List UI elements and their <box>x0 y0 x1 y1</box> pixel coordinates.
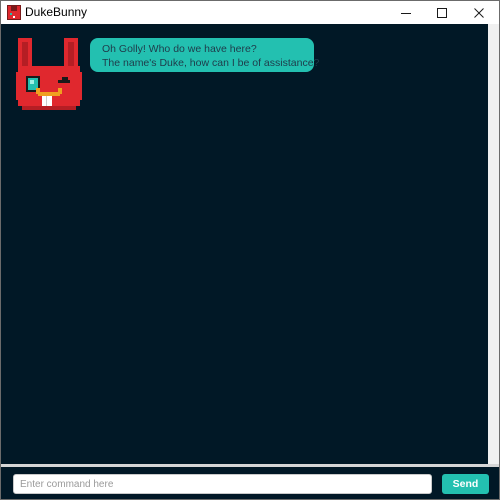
bot-message-bubble: Oh Golly! Who do we have here? The name'… <box>90 38 320 72</box>
close-button[interactable] <box>460 1 497 24</box>
bunny-app-icon <box>7 5 21 20</box>
minimize-button[interactable] <box>387 1 424 24</box>
maximize-button[interactable] <box>423 1 460 24</box>
app-window: DukeBunny Oh Golly! Who do we have here?… <box>0 0 500 500</box>
command-input[interactable] <box>13 474 432 494</box>
duke-bunny-avatar <box>16 38 82 110</box>
maximize-icon <box>436 7 447 18</box>
scrollbar[interactable] <box>488 24 499 464</box>
message-line: The name's Duke, how can I be of assista… <box>102 57 320 69</box>
message-line: Oh Golly! Who do we have here? <box>102 43 257 55</box>
window-title: DukeBunny <box>25 5 88 19</box>
send-button[interactable]: Send <box>442 474 489 494</box>
close-icon <box>473 7 484 18</box>
minimize-icon <box>400 12 411 14</box>
title-bar[interactable]: DukeBunny <box>1 1 499 24</box>
